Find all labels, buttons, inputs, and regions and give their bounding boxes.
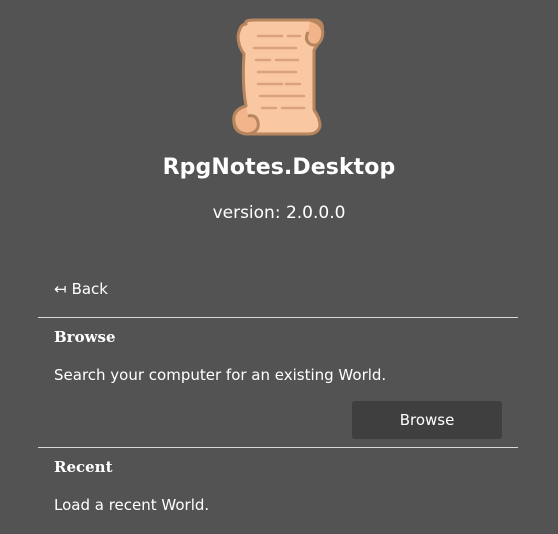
- back-arrow-icon: ↤: [54, 280, 67, 298]
- scroll-icon: [232, 18, 325, 136]
- browse-description: Search your computer for an existing Wor…: [54, 366, 387, 384]
- browse-button[interactable]: Browse: [352, 401, 502, 439]
- back-label: Back: [71, 280, 108, 298]
- version-label: version: 2.0.0.0: [212, 203, 346, 223]
- browse-heading: Browse: [54, 328, 116, 346]
- divider: [38, 447, 518, 448]
- about-window: RpgNotes.Desktop version: 2.0.0.0 ↤ Back…: [0, 0, 558, 534]
- recent-description: Load a recent World.: [54, 496, 210, 514]
- recent-heading: Recent: [54, 458, 113, 476]
- app-title: RpgNotes.Desktop: [162, 155, 396, 180]
- divider: [38, 317, 518, 318]
- back-link[interactable]: ↤ Back: [54, 280, 108, 298]
